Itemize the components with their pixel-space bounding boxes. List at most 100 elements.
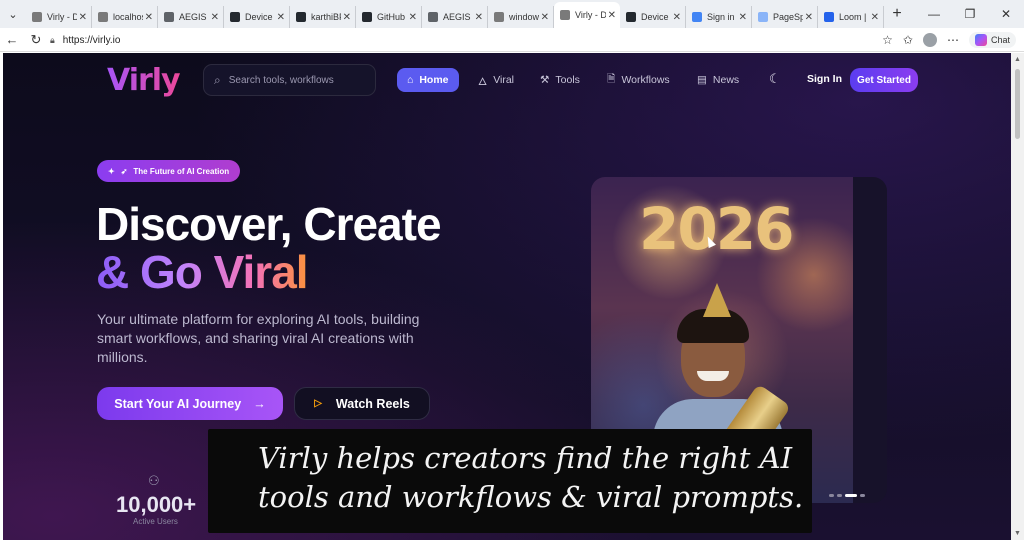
sign-in-link[interactable]: Sign In <box>807 73 842 85</box>
scroll-down-icon[interactable]: ▼ <box>1014 530 1021 537</box>
page-scrollbar[interactable]: ▲ ▼ <box>1011 53 1024 540</box>
carousel-dot[interactable] <box>829 494 834 497</box>
tab-favicon-icon <box>494 12 504 22</box>
more-menu-icon[interactable]: ⋯ <box>947 33 959 47</box>
watch-reels-label: Watch Reels <box>335 396 410 411</box>
site-info-icon[interactable]: 🔒︎ <box>50 35 55 46</box>
tab-close-icon[interactable]: ✕ <box>79 12 87 23</box>
tab-favicon-icon <box>428 12 438 22</box>
rocket-icon: ➶ <box>120 166 128 176</box>
search-input[interactable] <box>228 74 349 86</box>
copilot-chat-button[interactable]: Chat <box>968 32 1016 48</box>
arrow-right-icon: → <box>253 396 266 411</box>
nav-workflows[interactable]: 🗎 Workflows <box>597 68 680 92</box>
hero-badge: ✦ ➶ The Future of AI Creation <box>97 160 241 182</box>
tab-title: AEGIS II <box>443 12 473 22</box>
caption-line1: Virly helps creators find the right AI <box>258 441 793 475</box>
tab-close-icon[interactable]: ✕ <box>739 12 747 23</box>
tab-close-icon[interactable]: ✕ <box>409 12 417 23</box>
carousel-dot[interactable] <box>860 494 865 497</box>
chat-label: Chat <box>990 35 1010 45</box>
browser-tab[interactable]: Device a✕ <box>224 6 290 28</box>
site-search[interactable]: ⌕ <box>203 64 376 96</box>
profile-avatar[interactable] <box>922 33 937 47</box>
browser-tab[interactable]: AEGIS II✕ <box>158 6 224 28</box>
tab-favicon-icon <box>32 12 42 22</box>
browser-tab[interactable]: karthiBF✕ <box>290 6 356 28</box>
nav-home[interactable]: ⌂ Home <box>397 68 459 92</box>
favorite-star-icon[interactable]: ☆ <box>882 33 893 47</box>
url-field[interactable]: 🔒︎ https://virly.io <box>50 30 870 50</box>
tab-title: karthiBF <box>311 12 341 22</box>
nav-news[interactable]: ▤ News <box>687 68 749 92</box>
tab-favicon-icon <box>296 12 306 22</box>
theme-toggle-moon-icon[interactable]: ☾ <box>769 71 781 87</box>
get-started-button[interactable]: Get Started <box>850 68 918 92</box>
nav-tools[interactable]: ⚒ Tools <box>530 68 590 92</box>
stat-value: 10,000+ <box>116 492 197 517</box>
restore-icon[interactable]: ❐ <box>952 7 988 21</box>
wrench-icon: ⚒ <box>540 74 550 86</box>
tab-title: Device a <box>245 12 275 22</box>
tab-close-icon[interactable]: ✕ <box>541 12 549 23</box>
browser-tab[interactable]: Device a✕ <box>620 6 686 28</box>
close-window-icon[interactable]: ✕ <box>988 7 1024 21</box>
tab-title: GitHub <box>377 12 406 22</box>
hero-title-line2: & Go Viral <box>96 246 309 298</box>
carousel-dot[interactable] <box>837 494 842 497</box>
window-controls: — ❐ ✕ <box>916 0 1024 28</box>
tab-close-icon[interactable]: ✕ <box>475 12 483 23</box>
start-journey-button[interactable]: Start Your AI Journey → <box>97 387 283 420</box>
browser-tab[interactable]: Loom | ✕ <box>818 6 884 28</box>
tab-close-icon[interactable]: ✕ <box>211 12 219 23</box>
browser-tab[interactable]: Sign in ✕ <box>686 6 752 28</box>
users-icon: ⚇ <box>148 473 160 488</box>
tab-list-menu-icon[interactable]: ⌄ <box>0 0 26 28</box>
home-icon: ⌂ <box>407 74 414 86</box>
search-icon: ⌕ <box>214 72 221 87</box>
tab-strip: Virly - D✕localhos✕AEGIS II✕Device a✕kar… <box>26 0 884 28</box>
caption-line2: tools and workflows & viral prompts. <box>258 480 804 514</box>
scroll-up-icon[interactable]: ▲ <box>1014 56 1021 63</box>
nav-news-label: News <box>712 74 740 86</box>
browser-tab[interactable]: AEGIS II✕ <box>422 6 488 28</box>
tab-close-icon[interactable]: ✕ <box>277 12 285 23</box>
tab-title: localhos <box>113 12 143 22</box>
browser-tab[interactable]: Virly - D ✕ <box>26 6 92 28</box>
carousel-dot[interactable] <box>845 494 857 497</box>
tab-title: Sign in <box>707 12 735 22</box>
party-hat <box>703 283 731 317</box>
new-tab-icon[interactable]: + <box>884 5 910 23</box>
site-header: Virly ⌕ ⌂ Home 🜂 Viral ⚒ Tools 🗎 Workflo… <box>3 53 1011 107</box>
start-journey-label: Start Your AI Journey <box>114 396 242 411</box>
stat-label: Active Users <box>133 517 178 526</box>
tab-close-icon[interactable]: ✕ <box>673 12 681 23</box>
tab-favicon-icon <box>362 12 372 22</box>
tab-title: window <box>509 12 539 22</box>
tab-close-icon[interactable]: ✕ <box>805 12 813 23</box>
browser-tab[interactable]: GitHub ✕ <box>356 6 422 28</box>
browser-tab[interactable]: localhos✕ <box>92 6 158 28</box>
browser-tab[interactable]: Virly - D ✕ <box>554 2 620 28</box>
browser-tab[interactable]: PageSp ✕ <box>752 6 818 28</box>
scrollbar-thumb[interactable] <box>1015 69 1020 139</box>
back-icon[interactable]: ← <box>0 32 24 47</box>
favorites-icon[interactable]: ✩ <box>903 33 913 47</box>
reload-icon[interactable]: ↻ <box>24 32 48 48</box>
minimize-icon[interactable]: — <box>916 7 952 21</box>
tab-close-icon[interactable]: ✕ <box>608 10 616 21</box>
tab-close-icon[interactable]: ✕ <box>145 12 153 23</box>
tab-close-icon[interactable]: ✕ <box>343 12 351 23</box>
nav-viral[interactable]: 🜂 Viral <box>468 68 524 92</box>
sparkle-icon: ✦ <box>108 166 115 176</box>
watch-reels-button[interactable]: ▷ Watch Reels <box>294 387 430 420</box>
url-text: https://virly.io <box>62 34 121 46</box>
hero-image-year: 2026 <box>639 195 794 263</box>
carousel-indicator[interactable] <box>829 494 865 497</box>
tab-close-icon[interactable]: ✕ <box>871 12 879 23</box>
browser-tab[interactable]: window ✕ <box>488 6 554 28</box>
virly-logo[interactable]: Virly <box>107 63 181 98</box>
tab-title: Device a <box>641 12 671 22</box>
play-icon: ▷ <box>314 398 322 409</box>
flame-icon: 🜂 <box>478 76 488 88</box>
